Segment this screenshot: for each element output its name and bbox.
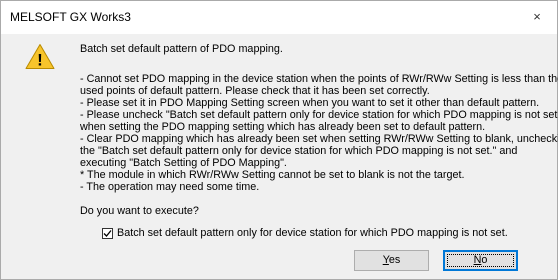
title-bar[interactable]: MELSOFT GX Works3 × [1,1,557,34]
no-label-rest: o [481,254,488,266]
message-line: - Please uncheck "Batch set default patt… [80,109,558,121]
message-line: * The module in which RWr/RWw Setting ca… [80,169,465,181]
message-line: the "Batch set default pattern only for … [80,145,518,157]
yes-label-rest: es [388,254,401,266]
message-heading: Batch set default pattern of PDO mapping… [80,43,283,55]
checkbox-box[interactable] [102,227,113,239]
message-details: - Cannot set PDO mapping in the device s… [80,73,558,193]
default-pattern-checkbox[interactable]: Batch set default pattern only for devic… [102,226,508,240]
message-line: executing "Batch Setting of PDO Mapping"… [80,157,287,169]
confirmation-dialog: MELSOFT GX Works3 × ! Batch set default … [0,0,558,280]
message-line: used points of default pattern. Please c… [80,85,430,97]
message-body: Batch set default pattern of PDO mapping… [80,43,558,193]
window-title: MELSOFT GX Works3 [10,10,131,24]
no-button[interactable]: No [443,250,518,271]
warning-icon: ! [25,43,55,70]
message-line: when setting the PDO mapping setting whi… [80,121,486,133]
question-text: Do you want to execute? [80,205,199,217]
message-line: - Please set it in PDO Mapping Setting s… [80,97,540,109]
close-icon: × [533,9,541,24]
no-mnemonic: N [473,254,482,266]
close-button[interactable]: × [517,1,557,34]
message-line: - Clear PDO mapping which has already be… [80,133,558,145]
checkbox-label[interactable]: Batch set default pattern only for devic… [117,227,508,239]
message-line: - Cannot set PDO mapping in the device s… [80,73,558,85]
yes-button[interactable]: Yes [354,250,429,271]
message-line: - The operation may need some time. [80,181,260,193]
checkmark-icon [103,229,112,237]
warning-glyph: ! [37,51,43,70]
